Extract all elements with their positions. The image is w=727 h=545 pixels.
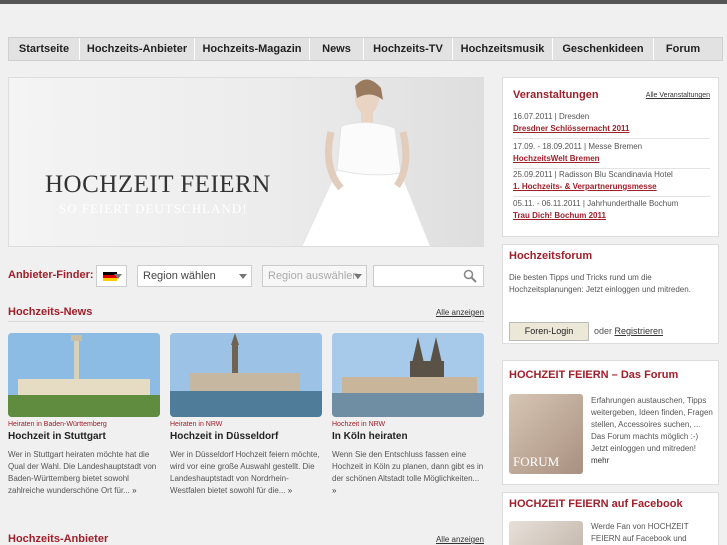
event-item: 05.11. - 06.11.2011 | Jahrhunderthalle B…: [513, 198, 710, 222]
facebook-text: Werde Fan von HOCHZEIT FEIERN auf Facebo…: [591, 522, 689, 543]
forum-login-box: Hochzeitsforum Die besten Tipps und Tric…: [502, 244, 719, 344]
event-name-link[interactable]: 1. Hochzeits- & Verpartnerungsmesse: [513, 181, 710, 193]
news-heading: Hochzeits-News: [8, 306, 93, 318]
news-card-region: Heiraten in Baden-Württemberg: [8, 421, 107, 428]
events-all-link[interactable]: Alle Veranstaltungen: [646, 92, 710, 99]
nav-item-hochzeitsmusik[interactable]: Hochzeitsmusik: [453, 38, 553, 60]
koeln-image: [332, 333, 484, 417]
forum-promo-heading[interactable]: HOCHZEIT FEIERN – Das Forum: [509, 369, 678, 381]
news-card-text: Wer in Stuttgart heiraten möchte hat die…: [8, 450, 157, 495]
forum-login-button[interactable]: Foren-Login: [509, 322, 589, 341]
search-icon[interactable]: [463, 269, 477, 283]
events-heading: Veranstaltungen: [513, 89, 599, 101]
forum-description: Die besten Tipps und Tricks rund um die …: [509, 273, 691, 294]
subregion-select-value: Region auswählen: [268, 270, 359, 282]
nav-item-hochzeits-anbieter[interactable]: Hochzeits-Anbieter: [80, 38, 195, 60]
event-name-link[interactable]: HochzeitsWelt Bremen: [513, 153, 710, 165]
more-link[interactable]: mehr: [591, 456, 609, 465]
event-item: 16.07.2011 | Dresden Dresdner Schlössern…: [513, 111, 710, 139]
event-item: 17.09. - 18.09.2011 | Messe Bremen Hochz…: [513, 141, 710, 169]
read-more-link[interactable]: »: [132, 486, 136, 495]
forum-promo-box: HOCHZEIT FEIERN – Das Forum FORUM Erfahr…: [502, 360, 719, 485]
read-more-link[interactable]: »: [288, 486, 292, 495]
register-link[interactable]: Registrieren: [615, 326, 664, 336]
provider-finder: Anbieter-Finder: Region wählen Region au…: [8, 265, 484, 287]
news-all-link[interactable]: Alle anzeigen: [436, 308, 484, 317]
forum-promo-text: Erfahrungen austauschen, Tipps weitergeb…: [591, 396, 713, 465]
hero-title: HOCHZEIT FEIERN: [45, 171, 271, 198]
facebook-box: HOCHZEIT FEIERN auf Facebook Werde Fan v…: [502, 492, 719, 545]
country-select[interactable]: [96, 265, 127, 287]
events-box: Veranstaltungen Alle Veranstaltungen 16.…: [502, 77, 719, 237]
event-meta: 16.07.2011 | Dresden: [513, 112, 590, 121]
subregion-select[interactable]: Region auswählen: [262, 265, 367, 287]
news-card-region: Hochzeit in NRW: [332, 421, 386, 428]
event-name-link[interactable]: Dresdner Schlössernacht 2011: [513, 123, 710, 135]
register-text: oder Registrieren: [594, 326, 664, 336]
chevron-down-icon: [114, 274, 122, 279]
chevron-down-icon: [354, 274, 362, 279]
anbieter-all-link[interactable]: Alle anzeigen: [436, 535, 484, 544]
forum-image-label: FORUM: [513, 454, 560, 469]
anbieter-section-header: Hochzeits-Anbieter Alle anzeigen: [8, 533, 484, 545]
news-card-text: Wenn Sie den Entschluss fassen eine Hoch…: [332, 450, 484, 495]
event-name-link[interactable]: Trau Dich! Bochum 2011: [513, 210, 710, 222]
nav-item-startseite[interactable]: Startseite: [9, 38, 80, 60]
hero-banner[interactable]: HOCHZEIT FEIERN SO FEIERT DEUTSCHLAND!: [8, 77, 484, 247]
news-card-title[interactable]: Hochzeit in Stuttgart: [8, 431, 106, 442]
forum-heading: Hochzeitsforum: [509, 250, 593, 262]
news-card-region: Heiraten in NRW: [170, 421, 223, 428]
news-section-header: Hochzeits-News Alle anzeigen: [8, 306, 484, 322]
forum-image[interactable]: FORUM: [509, 394, 583, 474]
event-meta: 17.09. - 18.09.2011 | Messe Bremen: [513, 142, 643, 151]
stuttgart-image: [8, 333, 160, 417]
read-more-link[interactable]: »: [332, 486, 336, 495]
bride-image: [301, 79, 431, 246]
nav-item-news[interactable]: News: [310, 38, 364, 60]
nav-item-forum[interactable]: Forum: [654, 38, 712, 60]
nav-item-hochzeits-tv[interactable]: Hochzeits-TV: [364, 38, 453, 60]
hero-subtitle: SO FEIERT DEUTSCHLAND!: [59, 201, 248, 216]
news-card-text: Wer in Düsseldorf Hochzeit feiern möchte…: [170, 450, 320, 495]
news-card[interactable]: Hochzeit in NRW In Köln heiraten Wenn Si…: [332, 333, 484, 521]
event-item: 25.09.2011 | Radisson Blu Scandinavia Ho…: [513, 169, 710, 197]
news-card[interactable]: Heiraten in NRW Hochzeit in Düsseldorf W…: [170, 333, 322, 521]
nav-item-geschenkideen[interactable]: Geschenkideen: [553, 38, 654, 60]
event-meta: 25.09.2011 | Radisson Blu Scandinavia Ho…: [513, 170, 673, 179]
news-card-title[interactable]: Hochzeit in Düsseldorf: [170, 431, 278, 442]
nav-bar: Startseite Hochzeits-Anbieter Hochzeits-…: [8, 37, 723, 61]
anbieter-heading: Hochzeits-Anbieter: [8, 533, 109, 545]
search-input[interactable]: [373, 265, 484, 287]
event-meta: 05.11. - 06.11.2011 | Jahrhunderthalle B…: [513, 199, 679, 208]
facebook-image: [509, 521, 583, 545]
region-select-value: Region wählen: [143, 270, 216, 282]
nav-item-hochzeits-magazin[interactable]: Hochzeits-Magazin: [195, 38, 310, 60]
chevron-down-icon: [239, 274, 247, 279]
main-navigation: Startseite Hochzeits-Anbieter Hochzeits-…: [0, 37, 727, 64]
region-select[interactable]: Region wählen: [137, 265, 252, 287]
top-bar: [0, 0, 727, 4]
duesseldorf-image: [170, 333, 322, 417]
news-card-title[interactable]: In Köln heiraten: [332, 431, 408, 442]
news-card[interactable]: Heiraten in Baden-Württemberg Hochzeit i…: [8, 333, 160, 521]
facebook-heading[interactable]: HOCHZEIT FEIERN auf Facebook: [509, 498, 683, 510]
finder-label: Anbieter-Finder:: [8, 269, 94, 281]
